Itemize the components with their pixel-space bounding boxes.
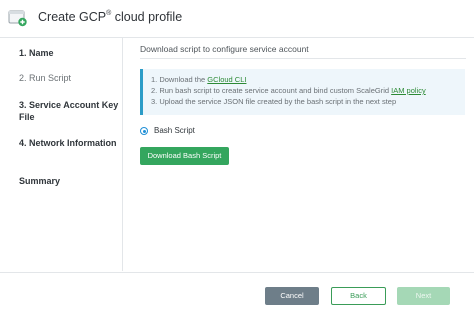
next-button[interactable]: Next (397, 287, 450, 305)
section-title: Download script to configure service acc… (140, 44, 309, 54)
bash-script-radio[interactable] (140, 127, 148, 135)
iam-policy-link[interactable]: IAM policy (391, 86, 426, 95)
instruction-line-2: 2. Run bash script to create service acc… (151, 85, 465, 96)
gcloud-cli-link[interactable]: GCloud CLI (207, 75, 246, 84)
instruction-text: 2. Run bash script to create service acc… (151, 86, 392, 95)
back-button[interactable]: Back (331, 287, 386, 305)
instruction-line-3: 3. Upload the service JSON file created … (151, 97, 397, 106)
dialog-title: Create GCP® cloud profile (38, 9, 183, 24)
step-content: Download script to configure service acc… (123, 38, 474, 271)
instructions-box: 1. Download the GCloud CLI 2. Run bash s… (140, 69, 465, 115)
step-summary[interactable]: Summary (19, 175, 119, 187)
step-service-account-key-file[interactable]: 3. Service Account Key File (19, 99, 119, 123)
section-divider (140, 58, 466, 59)
cancel-button[interactable]: Cancel (265, 287, 319, 305)
instruction-line-1: 1. Download the GCloud CLI (151, 74, 465, 85)
wizard-steps: 1. Name 2. Run Script 3. Service Account… (0, 38, 123, 271)
step-name[interactable]: 1. Name (19, 47, 119, 59)
download-bash-script-button[interactable]: Download Bash Script (140, 147, 229, 165)
step-network-information[interactable]: 4. Network Information (19, 137, 119, 149)
bash-script-label[interactable]: Bash Script (154, 126, 195, 135)
step-run-script[interactable]: 2. Run Script (19, 72, 119, 84)
dialog-header: Create GCP® cloud profile (0, 0, 474, 38)
cloud-add-icon (8, 9, 28, 27)
instruction-text: 1. Download the (151, 75, 208, 84)
dialog-footer: Cancel Back Next (0, 272, 474, 316)
